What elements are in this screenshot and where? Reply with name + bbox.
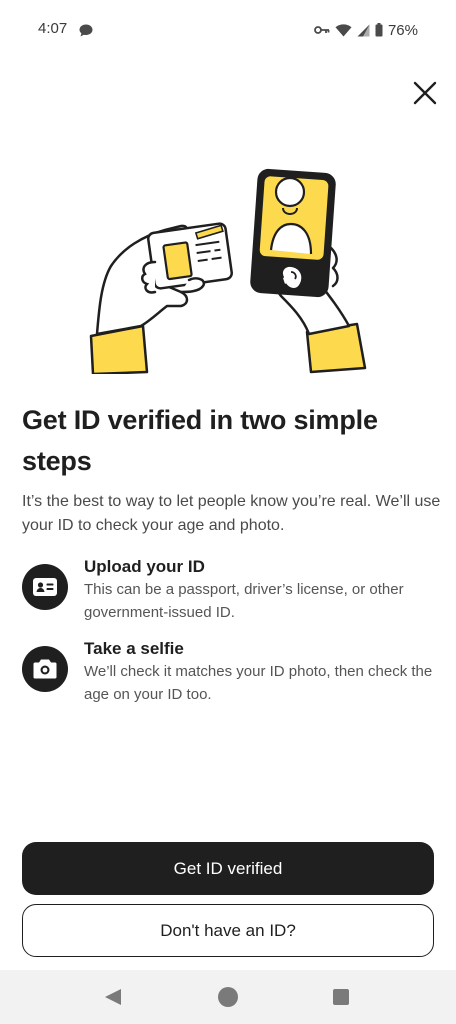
back-icon[interactable] xyxy=(104,988,122,1006)
home-icon[interactable] xyxy=(218,987,238,1007)
id-verification-illustration xyxy=(89,168,367,374)
step-title: Upload your ID xyxy=(84,557,205,576)
camera-icon xyxy=(33,659,57,679)
recents-icon[interactable] xyxy=(333,989,349,1005)
step-description: We’ll check it matches your ID photo, th… xyxy=(84,663,433,703)
status-indicators: 76% xyxy=(314,20,418,40)
battery-percentage: 76% xyxy=(387,21,418,39)
status-bar: 4:07 76% xyxy=(0,0,456,60)
close-icon xyxy=(413,81,437,105)
no-id-button[interactable]: Don't have an ID? xyxy=(22,904,434,957)
page-title: Get ID verified in two simple steps xyxy=(22,405,378,476)
id-card-icon xyxy=(33,578,57,596)
wifi-icon xyxy=(335,23,352,36)
chat-bubble-icon xyxy=(79,24,93,37)
status-time: 4:07 xyxy=(38,20,68,37)
close-button[interactable] xyxy=(408,76,442,110)
get-id-verified-button[interactable]: Get ID verified xyxy=(22,842,434,895)
cell-signal-icon xyxy=(357,24,370,36)
step-icon-container xyxy=(22,564,68,610)
system-navigation-bar xyxy=(0,970,456,1024)
step-title: Take a selfie xyxy=(84,639,184,658)
step-icon-container xyxy=(22,646,68,692)
battery-icon xyxy=(375,23,383,37)
intro-text: It’s the best to way to let people know … xyxy=(22,493,441,534)
key-icon xyxy=(314,26,330,34)
step-description: This can be a passport, driver’s license… xyxy=(84,581,404,621)
